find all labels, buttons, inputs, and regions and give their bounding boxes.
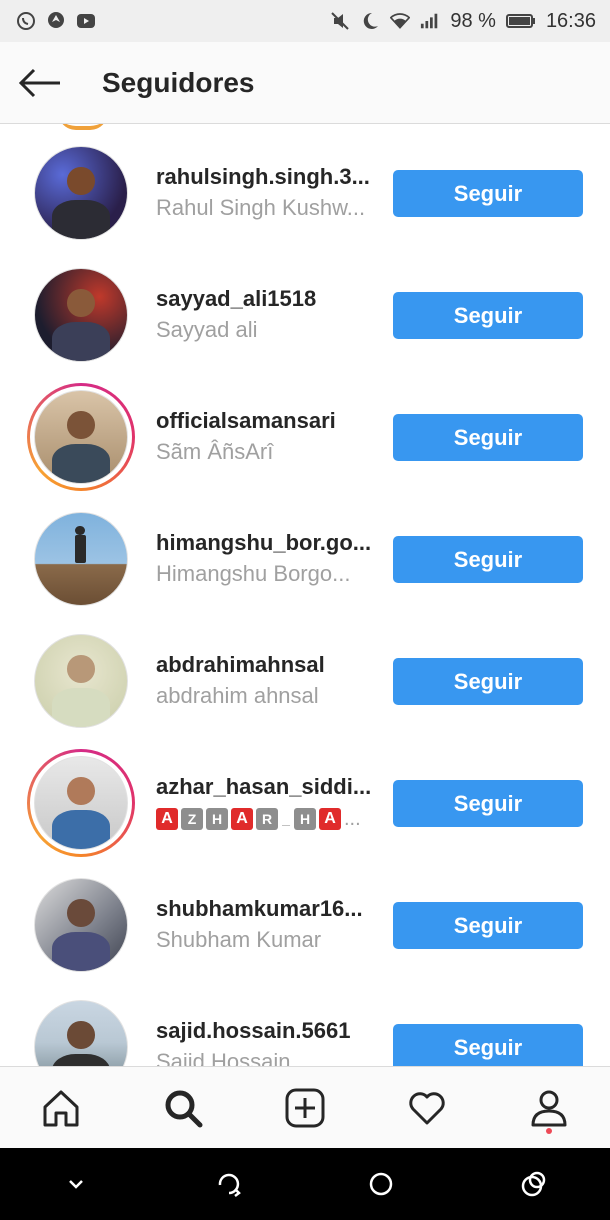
name-letter: A [156, 808, 178, 831]
home-button[interactable] [351, 1154, 411, 1214]
list-item[interactable]: officialsamansari Sãm ÂñsArî Seguir [0, 368, 610, 491]
name-letter: Z [181, 808, 203, 831]
home-icon [43, 1090, 79, 1126]
name-letter: R [256, 808, 278, 831]
avatar[interactable] [34, 878, 128, 972]
follow-button[interactable]: Seguir [393, 1024, 583, 1066]
recents-button[interactable] [504, 1154, 564, 1214]
mute-icon [331, 12, 350, 30]
name-letter: A [319, 808, 341, 831]
full-name: Himangshu Borgo... [156, 561, 351, 586]
follow-button[interactable]: Seguir [393, 780, 583, 827]
avatar-story-ring[interactable] [27, 749, 135, 857]
name-letter: A [231, 808, 253, 831]
nav-search[interactable] [153, 1078, 213, 1138]
username[interactable]: himangshu_bor.go... [156, 529, 372, 557]
nav-profile[interactable] [519, 1078, 579, 1138]
avatar[interactable] [34, 512, 128, 606]
full-name: Sayyad ali [156, 317, 258, 342]
back-button[interactable] [0, 42, 80, 124]
avatar[interactable] [34, 634, 128, 728]
whatsapp-icon [17, 12, 35, 30]
name-letter: _ [282, 811, 290, 828]
follow-button[interactable]: Seguir [393, 292, 583, 339]
list-item[interactable]: rahulsingh.singh.3... Rahul Singh Kushw.… [0, 124, 610, 246]
follow-button[interactable]: Seguir [393, 414, 583, 461]
full-name: Shubham Kumar [156, 927, 322, 952]
avatar[interactable] [34, 1000, 128, 1066]
profile-icon [531, 1090, 567, 1126]
name-letter: H [294, 808, 316, 831]
bottom-navigation [0, 1066, 610, 1148]
notification-dot [546, 1127, 552, 1134]
full-name: A Z H A R _ H A... [156, 803, 372, 834]
rotate-button[interactable] [199, 1154, 259, 1214]
username[interactable]: sayyad_ali1518 [156, 285, 372, 313]
follow-button[interactable]: Seguir [393, 170, 583, 217]
followers-list[interactable]: rahulsingh.singh.3... Rahul Singh Kushw.… [0, 124, 610, 1066]
follow-button[interactable]: Seguir [393, 658, 583, 705]
youtube-icon [77, 14, 95, 28]
location-icon [48, 12, 64, 28]
username[interactable]: sajid.hossain.5661 [156, 1017, 372, 1045]
avatar-story-ring[interactable] [27, 383, 135, 491]
follow-button[interactable]: Seguir [393, 536, 583, 583]
recents-icon [521, 1171, 545, 1197]
system-navigation-bar [0, 1148, 610, 1220]
hide-keyboard-icon [69, 1180, 84, 1189]
nav-add-post[interactable] [275, 1078, 335, 1138]
list-item[interactable]: sajid.hossain.5661 Sajid Hossain Seguir [0, 978, 610, 1066]
username[interactable]: rahulsingh.singh.3... [156, 163, 372, 191]
follow-button[interactable]: Seguir [393, 902, 583, 949]
arrow-left-icon [18, 68, 60, 97]
page-header: Seguidores [0, 42, 610, 124]
full-name: Rahul Singh Kushw... [156, 195, 366, 220]
username[interactable]: abdrahimahnsal [156, 651, 372, 679]
rotate-icon [218, 1173, 241, 1197]
name-letter: H [206, 808, 228, 831]
full-name: Sãm ÂñsArî [156, 439, 274, 464]
moon-icon [364, 12, 379, 29]
nav-home[interactable] [31, 1078, 91, 1138]
name-ellipsis: ... [344, 808, 361, 831]
wifi-icon [390, 13, 411, 29]
search-icon [165, 1090, 203, 1127]
status-time: 16:36 [545, 9, 596, 32]
list-item[interactable]: shubhamkumar16... Shubham Kumar Seguir [0, 856, 610, 978]
status-bar: 98 % 16:36 [0, 0, 610, 42]
add-post-icon [285, 1088, 325, 1127]
battery-icon [505, 14, 535, 28]
username[interactable]: officialsamansari [156, 407, 372, 435]
hide-keyboard-button[interactable] [46, 1154, 106, 1214]
home-circle-icon [370, 1172, 393, 1196]
list-item[interactable]: sayyad_ali1518 Sayyad ali Seguir [0, 246, 610, 368]
page-title: Seguidores [102, 66, 255, 98]
full-name: Sajid Hossain [156, 1049, 291, 1066]
list-item[interactable]: abdrahimahnsal abdrahim ahnsal Seguir [0, 612, 610, 734]
full-name: abdrahim ahnsal [156, 683, 319, 708]
nav-activity[interactable] [397, 1078, 457, 1138]
activity-heart-icon [409, 1091, 445, 1124]
list-item[interactable]: azhar_hasan_siddi... A Z H A R _ H A... Seguir [0, 734, 610, 857]
avatar[interactable] [34, 268, 128, 362]
username[interactable]: shubhamkumar16... [156, 895, 372, 923]
username[interactable]: azhar_hasan_siddi... [156, 773, 372, 801]
signal-icon [421, 13, 438, 29]
avatar[interactable] [34, 146, 128, 240]
list-item[interactable]: himangshu_bor.go... Himangshu Borgo... S… [0, 490, 610, 612]
battery-percent: 98 % [450, 9, 496, 32]
